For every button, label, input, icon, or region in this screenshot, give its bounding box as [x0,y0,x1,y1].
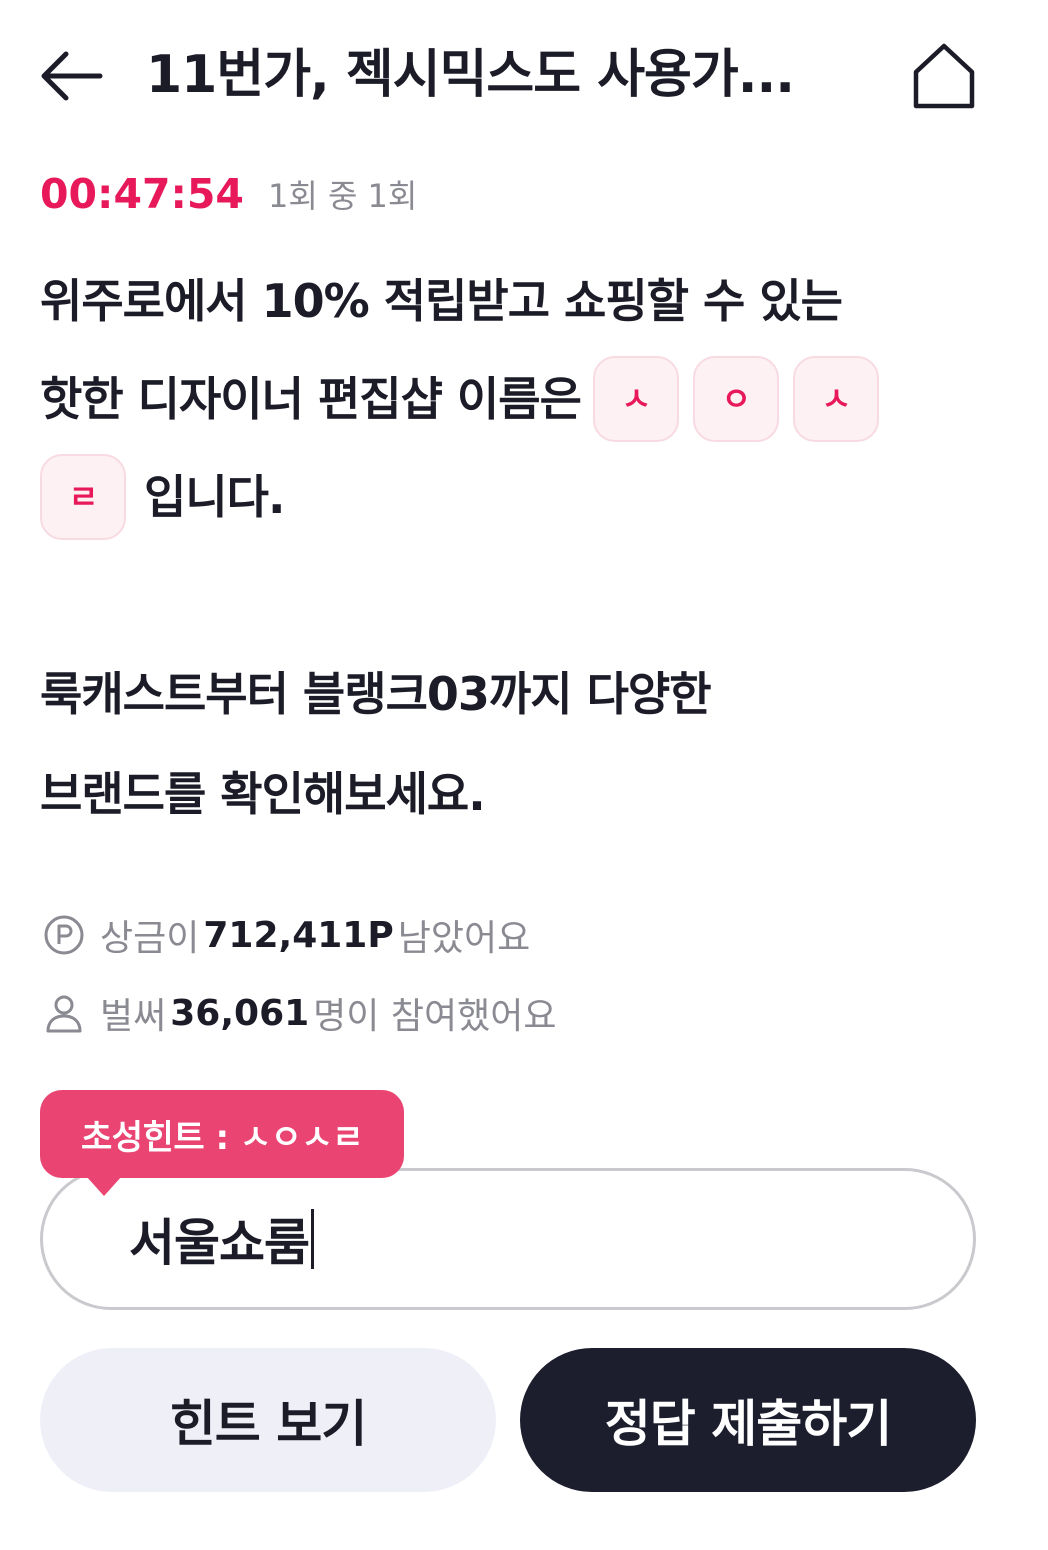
quiz-description: 룩캐스트부터 블랭크03까지 다양한 브랜드를 확인해보세요. [40,644,1000,844]
hint-bubble-tail [86,1176,122,1196]
description-line: 브랜드를 확인해보세요. [40,767,486,821]
question-text: 핫한 디자이너 편집샵 이름은 [40,372,582,426]
answer-input[interactable]: 서울쇼룸 [40,1168,976,1310]
arrow-left-icon [41,51,103,101]
prize-info: 상금이 712,411P 남았어요 [42,910,530,960]
initial-consonant-chip: ㅅ [792,356,879,442]
text-caret [311,1209,314,1269]
show-hint-button[interactable]: 힌트 보기 [40,1348,496,1492]
question-line: 위주로에서 10% 적립받고 쇼핑할 수 있는 [40,252,1000,350]
participants-suffix: 명이 참여했어요 [313,996,557,1037]
initial-consonant-chip: ㅇ [692,356,779,442]
back-button[interactable] [36,44,106,108]
answer-input-value: 서울쇼룸 [129,1214,310,1272]
round-indicator: 1회 중 1회 [267,177,418,215]
initial-hint-bubble: 초성힌트 : ㅅㅇㅅㄹ [40,1090,404,1178]
question-line: ㄹ 입니다. [40,448,1000,546]
question-text: 위주로에서 10% 적립받고 쇼핑할 수 있는 [40,274,843,328]
prize-prefix: 상금이 [100,918,200,959]
prize-suffix: 남았어요 [397,918,531,959]
page-title: 11번가, 젝시믹스도 사용가... [146,45,795,105]
person-icon [46,995,82,1033]
home-icon [913,43,975,109]
prize-value: 712,411P [203,914,394,956]
submit-answer-button[interactable]: 정답 제출하기 [520,1348,976,1492]
initial-consonant-chip: ㅅ [592,356,679,442]
point-circle-icon [44,915,84,955]
description-line: 룩캐스트부터 블랭크03까지 다양한 [40,667,712,721]
question-line: 핫한 디자이너 편집샵 이름은 ㅅ ㅇ ㅅ [40,350,1000,448]
quiz-question: 위주로에서 10% 적립받고 쇼핑할 수 있는 핫한 디자이너 편집샵 이름은 … [40,252,1000,546]
app-header: 11번가, 젝시믹스도 사용가... [0,0,1048,150]
countdown-timer: 00:47:54 [40,170,244,218]
participants-info: 벌써 36,061 명이 참여했어요 [42,988,556,1038]
timer-row: 00:47:54 1회 중 1회 [40,168,417,220]
initial-consonant-chip: ㄹ [40,454,126,540]
participants-value: 36,061 [170,992,310,1034]
participants-prefix: 벌써 [100,996,167,1037]
home-button[interactable] [908,38,980,114]
question-text: 입니다. [144,470,285,524]
